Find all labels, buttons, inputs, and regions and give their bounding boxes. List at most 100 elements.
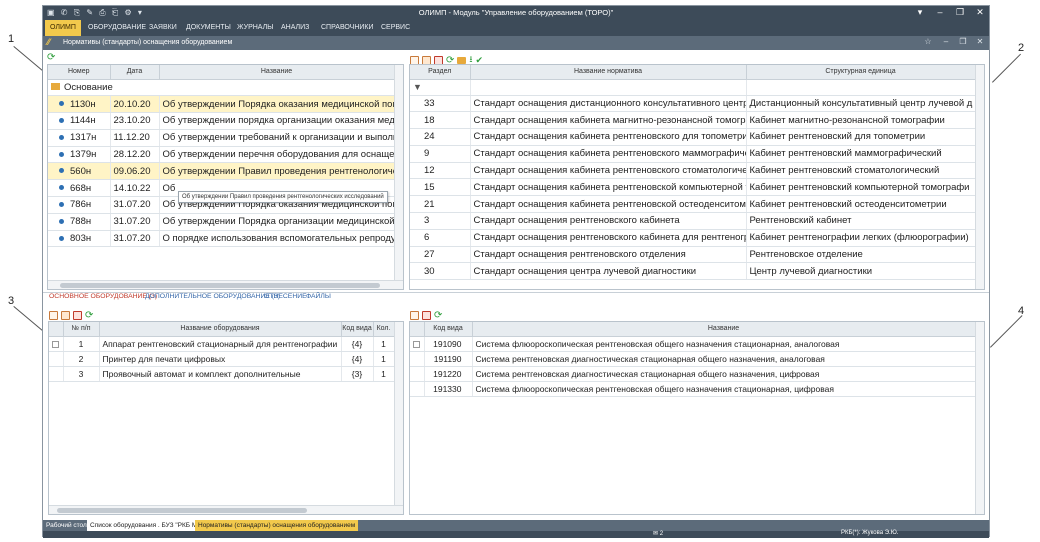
row-checkbox[interactable] (49, 351, 64, 367)
table-row[interactable]: 30 Стандарт оснащения центра лучевой диаг… (410, 262, 976, 281)
refresh-icon[interactable]: ⟳ (434, 311, 442, 321)
tab-assignment[interactable]: ОТНЕСЕНИЕ (264, 293, 307, 300)
folder-icon[interactable] (457, 56, 467, 64)
callout-2: 2 (1018, 42, 1025, 54)
ribbon-collapse-icon[interactable]: ▾ (913, 7, 927, 18)
row-type-name: Система флюороскопическая рентгеновская … (472, 336, 976, 352)
table-row[interactable]: 1130н 20.10.20 Об утверждении Порядка оказ… (48, 95, 395, 114)
edit-icon[interactable] (61, 311, 70, 321)
menu-requests[interactable]: ЗАЯВКИ (144, 20, 182, 36)
row-checkbox[interactable] (49, 366, 64, 382)
favorite-star-icon[interactable]: ☆ (921, 37, 935, 46)
row-bullet-icon (59, 134, 64, 140)
table-row[interactable]: 15 Стандарт оснащения кабинета рентгеновс… (410, 178, 976, 197)
row-checkbox[interactable] (410, 381, 425, 397)
tab-equipment-list[interactable]: Список оборудования . БУЗ "РКБ МЗ" (87, 520, 207, 531)
col-header-type-name[interactable]: Название (472, 322, 976, 337)
refresh-icon[interactable]: ⟳ (85, 311, 93, 321)
col-header-qty[interactable]: Кол. (373, 322, 395, 337)
col-header-type-code[interactable]: Код вида (424, 322, 473, 337)
delete-icon[interactable] (422, 311, 431, 321)
right-bottom-vscroll[interactable] (975, 322, 984, 514)
row-standard-name: Стандарт оснащения кабинета рентгеновско… (470, 145, 747, 163)
table-row[interactable]: 24 Стандарт оснащения кабинета рентгеновс… (410, 128, 976, 146)
table-row[interactable]: 3 Проявочный автомат и комплект дополните… (49, 366, 395, 382)
messages-indicator[interactable]: ✉ 2 (653, 530, 663, 537)
close-button[interactable]: ✕ (973, 7, 987, 18)
col-header-standard-name[interactable]: Название норматива (470, 65, 747, 80)
table-row[interactable]: 12 Стандарт оснащения кабинета рентгеновс… (410, 162, 976, 180)
table-row[interactable]: 6 Стандарт оснащения рентгеновского кабин… (410, 229, 976, 247)
table-row[interactable]: 1317н 11.12.20 Об утверждении требований к… (48, 129, 395, 147)
tab-additional-equipment[interactable]: ДОПОЛНИТЕЛЬНОЕ ОБОРУДОВАНИЕ (3) (145, 293, 280, 300)
refresh-icon[interactable]: ⟳ (47, 53, 55, 63)
table-row[interactable]: 9 Стандарт оснащения кабинета рентгеновск… (410, 145, 976, 163)
menu-references[interactable]: СПРАВОЧНИКИ (316, 20, 379, 36)
row-date: 28.12.20 (110, 146, 160, 164)
left-bottom-hscroll[interactable] (49, 505, 403, 514)
tab-files[interactable]: ФАЙЛЫ (306, 293, 331, 300)
doc-restore-button[interactable]: ❐ (956, 37, 970, 46)
table-row[interactable]: 1144н 23.10.20 Об утверждении порядка орга… (48, 112, 395, 130)
checkbox[interactable] (52, 340, 59, 348)
menu-olimp[interactable]: ОЛИМП (45, 20, 81, 36)
col-header-type-code[interactable]: Код вида (341, 322, 374, 337)
col-header-date[interactable]: Дата (110, 65, 160, 80)
row-checkbox[interactable] (49, 336, 64, 352)
table-row[interactable]: 21 Стандарт оснащения кабинета рентгеновс… (410, 195, 976, 214)
filter-cell[interactable] (746, 79, 976, 96)
row-checkbox[interactable] (410, 336, 425, 352)
col-header-equipment-name[interactable]: Название оборудования (99, 322, 342, 337)
tab-desktop[interactable]: Рабочий стол (43, 520, 90, 531)
left-bottom-vscroll[interactable] (394, 322, 403, 505)
group-row[interactable]: Основание (48, 79, 394, 97)
filter-cell[interactable]: ▼ (410, 79, 471, 96)
col-header-index[interactable]: № п/п (63, 322, 100, 337)
table-row[interactable]: 560н 09.06.20 Об утверждении Правил провед… (48, 162, 395, 181)
checkbox[interactable] (413, 340, 420, 348)
menu-equipment[interactable]: ОБОРУДОВАНИЕ (83, 20, 151, 36)
table-row[interactable]: 191220 Система рентгеновская диагностичес… (410, 366, 976, 382)
add-icon[interactable] (410, 311, 419, 321)
row-qty: 1 (373, 336, 395, 352)
table-row[interactable]: 191330 Система флюороскопическая рентгено… (410, 381, 976, 397)
document-tab-bar: ⁄⁄ Нормативы (стандарты) оснащения обору… (43, 36, 989, 50)
table-row[interactable]: 18 Стандарт оснащения кабинета магнитно-р… (410, 111, 976, 130)
table-row[interactable]: 788н 31.07.20 Об утверждении Порядка орган… (48, 213, 395, 231)
row-number: 1379н (48, 146, 111, 164)
tab-main-equipment[interactable]: ОСНОВНОЕ ОБОРУДОВАНИЕ (3) (49, 293, 157, 300)
tab-standards[interactable]: Нормативы (стандарты) оснащения оборудов… (195, 520, 359, 531)
table-row[interactable]: 1 Аппарат рентгеновский стационарный для … (49, 336, 395, 352)
col-header-check (49, 322, 64, 337)
maximize-button[interactable]: ❐ (953, 7, 967, 18)
table-row[interactable]: 2 Принтер для печати цифровых {4} 1 (49, 351, 395, 367)
table-row[interactable]: 803н 31.07.20 О порядке использования вспо… (48, 230, 395, 248)
menu-analysis[interactable]: АНАЛИЗ (276, 20, 314, 36)
doc-close-button[interactable]: ✕ (973, 37, 987, 46)
menu-service[interactable]: СЕРВИС (376, 20, 415, 36)
delete-icon[interactable] (73, 311, 82, 321)
table-row[interactable]: 191190 Система рентгеновская диагностичес… (410, 351, 976, 367)
minimize-button[interactable]: – (933, 7, 947, 17)
row-checkbox[interactable] (410, 351, 425, 367)
filter-cell[interactable] (470, 79, 747, 96)
table-row[interactable]: 27 Стандарт оснащения рентгеновского отде… (410, 246, 976, 264)
menu-documents[interactable]: ДОКУМЕНТЫ (181, 20, 236, 36)
table-row[interactable]: 191090 Система флюороскопическая рентгено… (410, 336, 976, 352)
row-name: Об утверждении порядка организации оказа… (159, 112, 395, 130)
col-header-section[interactable]: Раздел (410, 65, 471, 80)
row-checkbox[interactable] (410, 366, 425, 382)
table-row[interactable]: 3 Стандарт оснащения рентгеновского кабин… (410, 212, 976, 230)
left-top-hscroll[interactable] (48, 280, 403, 289)
table-row[interactable]: 1379н 28.12.20 Об утверждении перечня обор… (48, 146, 395, 164)
col-header-unit[interactable]: Структурная единица (746, 65, 976, 80)
left-top-vscroll[interactable] (394, 65, 403, 280)
doc-minimize-button[interactable]: – (939, 37, 953, 46)
col-header-number[interactable]: Номер (48, 65, 111, 80)
col-header-name[interactable]: Название (159, 65, 395, 80)
table-row[interactable]: 33 Стандарт оснащения дистанционного конс… (410, 95, 976, 113)
right-top-vscroll[interactable] (975, 65, 984, 289)
menu-journals[interactable]: ЖУРНАЛЫ (232, 20, 278, 36)
add-icon[interactable] (49, 311, 58, 321)
row-bullet-icon (59, 185, 64, 191)
